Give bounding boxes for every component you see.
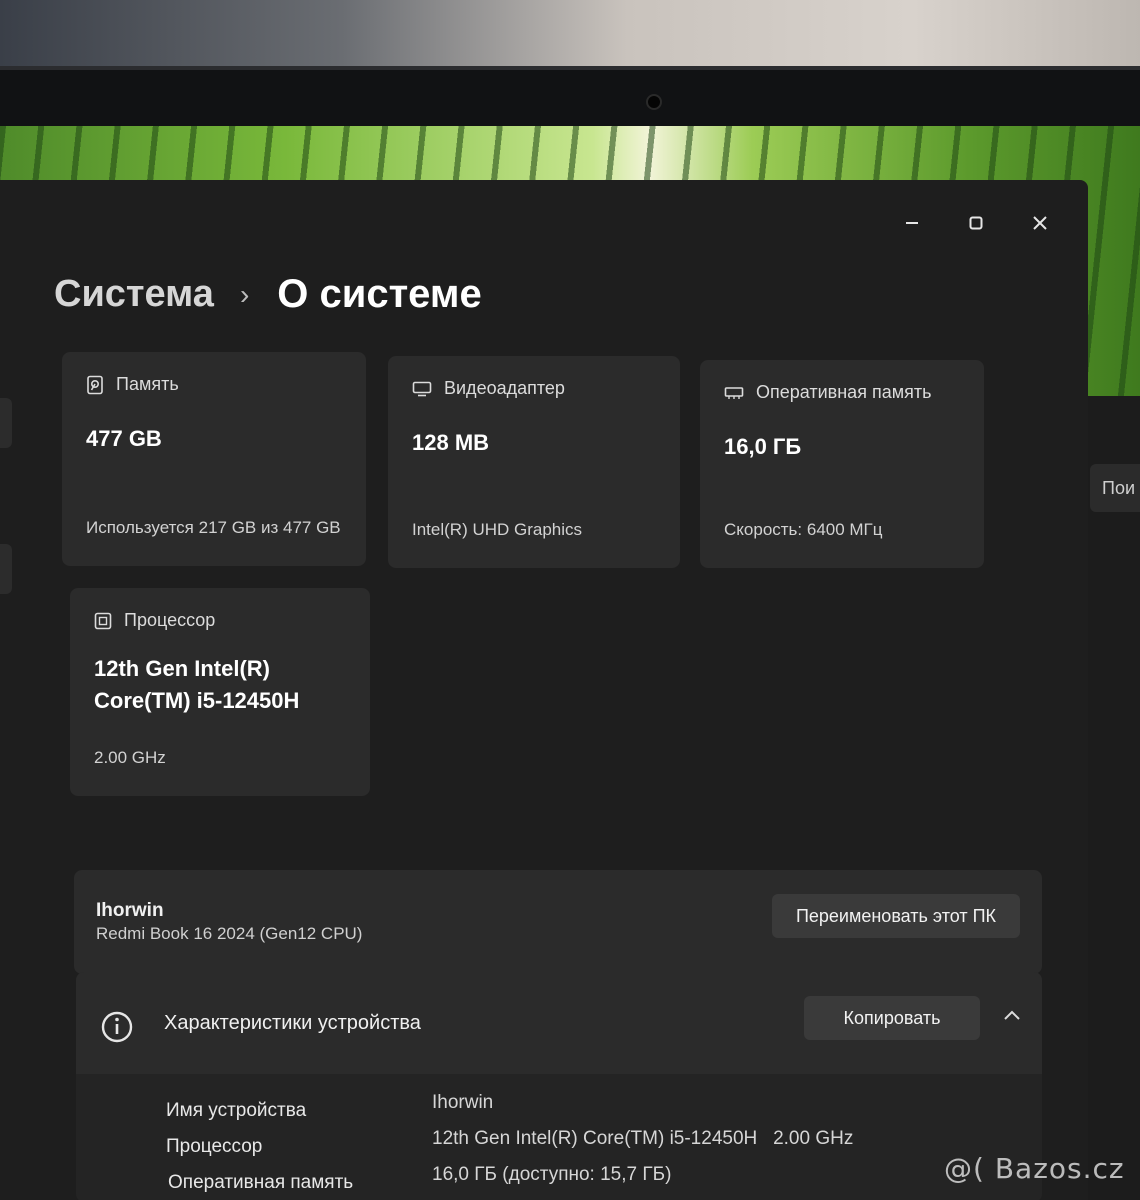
- minimize-button[interactable]: [880, 206, 944, 240]
- page-title: О системе: [277, 272, 482, 316]
- ram-value: 16,0 ГБ: [724, 434, 802, 459]
- background-room: [0, 0, 1140, 72]
- chevron-up-icon[interactable]: [1002, 1008, 1022, 1027]
- storage-card[interactable]: Память 477 GB Используется 217 GB из 477…: [62, 352, 366, 566]
- storage-title: Память: [116, 374, 179, 394]
- info-icon: [100, 1010, 134, 1049]
- ram-speed: Скорость: 6400 МГц: [724, 520, 883, 540]
- close-button[interactable]: [1008, 206, 1072, 240]
- gpu-value: 128 MB: [412, 430, 490, 455]
- spec-value-processor: 12th Gen Intel(R) Core(TM) i5-12450H 2.0…: [432, 1128, 854, 1149]
- ram-card[interactable]: Оперативная память 16,0 ГБ Скорость: 640…: [700, 360, 984, 568]
- device-specifications: Характеристики устройства Копировать Имя…: [76, 972, 1042, 1200]
- watermark: @( Bazos.cz: [944, 1152, 1125, 1185]
- cpu-title: Процессор: [124, 610, 216, 630]
- spec-value-device-name: Ihorwin: [432, 1092, 494, 1113]
- background-search-text: Пои: [1102, 478, 1136, 498]
- maximize-icon: [969, 216, 983, 230]
- window-controls: [880, 206, 1072, 240]
- spec-label-processor: Процессор: [166, 1136, 263, 1157]
- copy-button[interactable]: Копировать: [804, 996, 980, 1040]
- storage-usage: Используется 217 GB из 477 GB: [86, 518, 341, 538]
- gpu-title: Видеоадаптер: [444, 378, 565, 398]
- sidebar-edge-item[interactable]: [0, 398, 12, 448]
- spec-value-ram: 16,0 ГБ (доступно: 15,7 ГБ): [432, 1164, 672, 1185]
- cpu-value-line1: 12th Gen Intel(R): [94, 656, 271, 681]
- cpu-value-line2: Core(TM) i5-12450H: [94, 687, 300, 713]
- cpu-frequency: 2.00 GHz: [94, 748, 166, 768]
- gpu-card[interactable]: Видеоадаптер 128 MB Intel(R) UHD Graphic…: [388, 356, 680, 568]
- cpu-value: 12th Gen Intel(R) Core(TM) i5-12450H: [94, 653, 346, 717]
- close-icon: [1033, 216, 1047, 230]
- device-model: Redmi Book 16 2024 (Gen12 CPU): [96, 924, 363, 943]
- breadcrumb: Система › О системе: [54, 272, 482, 317]
- chevron-right-icon: ›: [239, 278, 250, 310]
- monitor-icon: [412, 381, 432, 397]
- ram-icon: [724, 386, 744, 400]
- storage-value: 477 GB: [86, 426, 162, 451]
- rename-pc-button[interactable]: Переименовать этот ПК: [772, 894, 1020, 938]
- sidebar-edge-item[interactable]: [0, 544, 12, 594]
- device-name-row: Ihorwin Redmi Book 16 2024 (Gen12 CPU) П…: [74, 870, 1042, 974]
- spec-label-ram: Оперативная память: [168, 1172, 354, 1193]
- ram-title: Оперативная память: [756, 382, 932, 402]
- gpu-name: Intel(R) UHD Graphics: [412, 520, 583, 540]
- breadcrumb-system[interactable]: Система: [54, 273, 214, 316]
- processor-icon: [94, 612, 112, 630]
- minimize-icon: [906, 222, 918, 224]
- storage-icon: [86, 375, 104, 395]
- maximize-button[interactable]: [944, 206, 1008, 240]
- specs-header[interactable]: Характеристики устройства Копировать: [76, 972, 1042, 1074]
- settings-window: Система › О системе Память 477 GB Исполь…: [0, 180, 1088, 1200]
- background-window: [1088, 396, 1140, 1200]
- spec-label-device-name: Имя устройства: [166, 1100, 307, 1121]
- webcam: [646, 94, 662, 110]
- cpu-card[interactable]: Процессор 12th Gen Intel(R) Core(TM) i5-…: [70, 588, 370, 796]
- device-name: Ihorwin: [96, 900, 164, 921]
- laptop-bezel: [0, 66, 1140, 130]
- background-search-box[interactable]: Пои: [1090, 464, 1140, 512]
- specs-title: Характеристики устройства: [164, 1012, 421, 1034]
